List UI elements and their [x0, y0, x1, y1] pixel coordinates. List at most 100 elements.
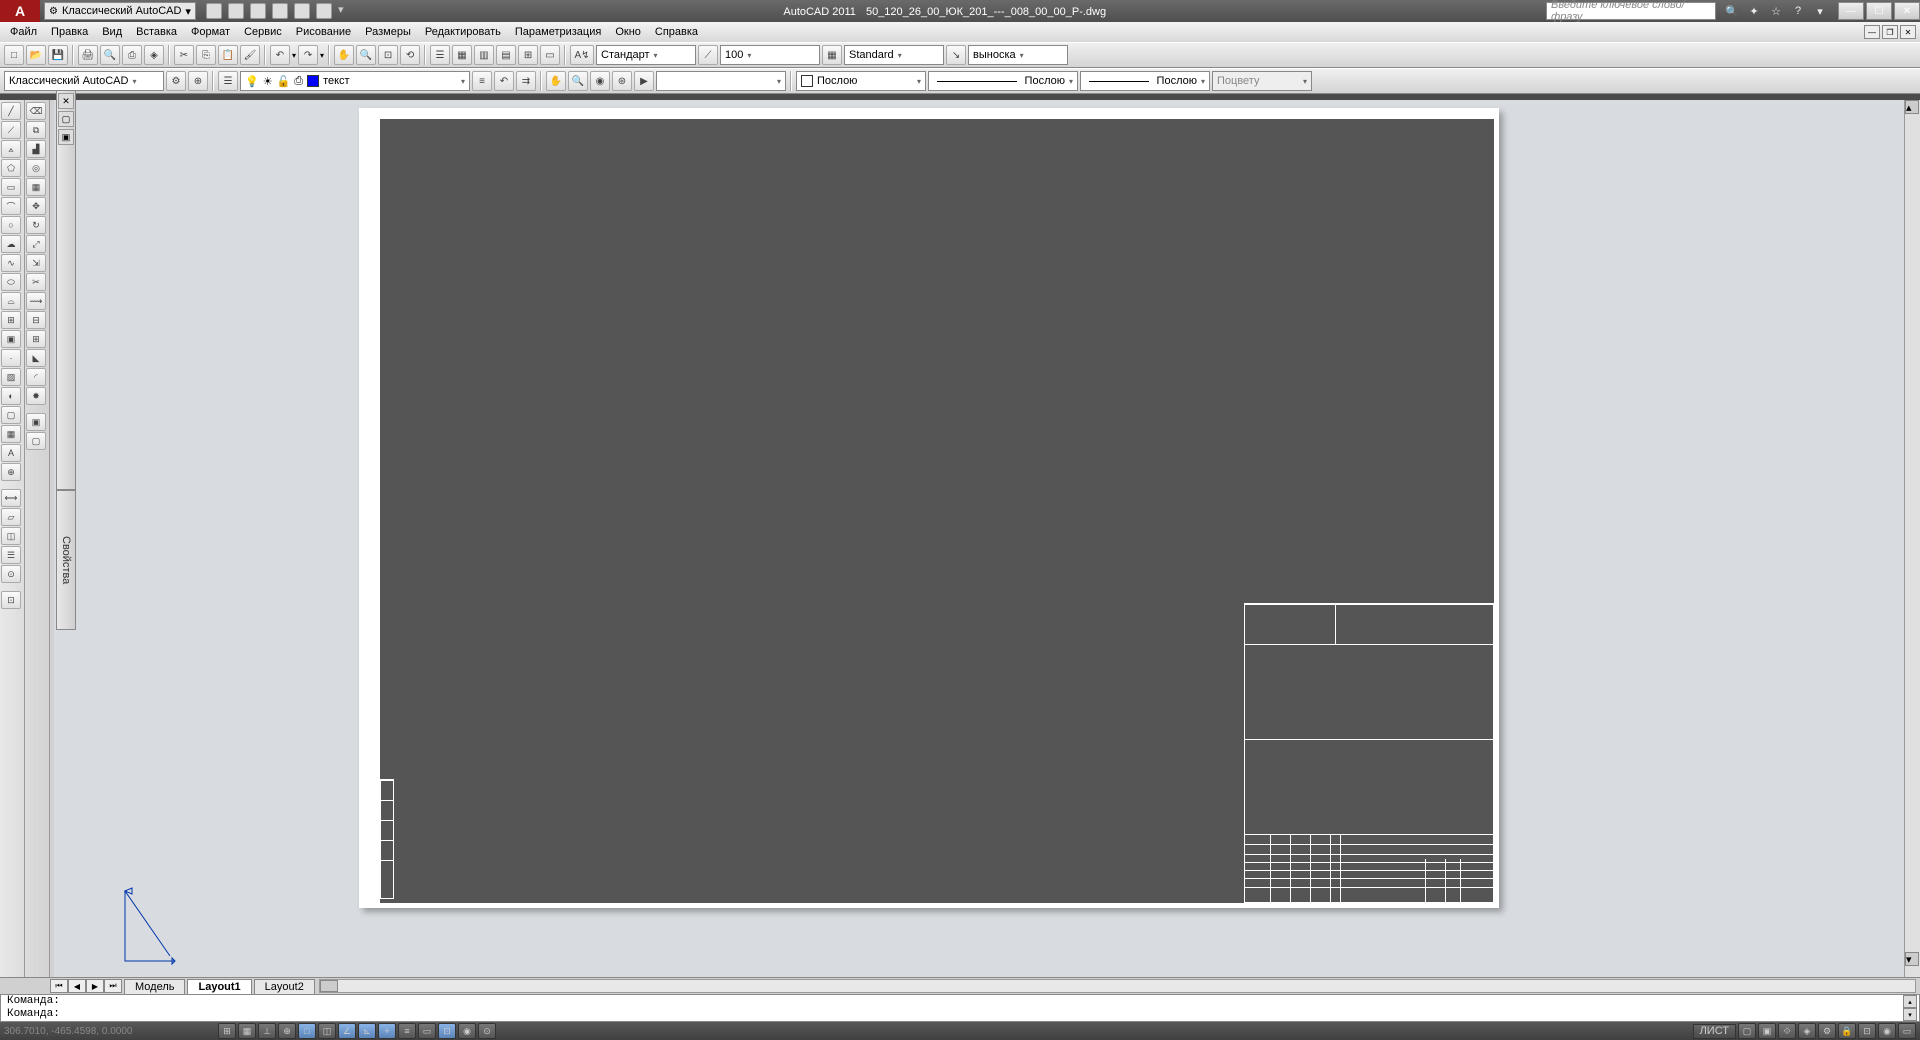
osnap-button[interactable]: □	[298, 1023, 316, 1039]
mirror-icon[interactable]: ▟	[26, 140, 46, 158]
app-menu-button[interactable]: A	[0, 0, 40, 22]
3dosnap-button[interactable]: ◫	[318, 1023, 336, 1039]
move-icon[interactable]: ✥	[26, 197, 46, 215]
showmotion-button[interactable]: ▶	[634, 71, 654, 91]
doc-minimize-button[interactable]: —	[1864, 25, 1880, 39]
undo-icon[interactable]	[272, 3, 288, 19]
quickcalc-button[interactable]: ▭	[540, 45, 560, 65]
insert-icon[interactable]: ⊞	[1, 311, 21, 329]
hardware-accel-button[interactable]: ⊡	[1858, 1023, 1876, 1039]
isolate-button[interactable]: ◉	[1878, 1023, 1896, 1039]
scroll-down-button[interactable]: ▾	[1905, 952, 1919, 966]
dimscale-dropdown[interactable]: 100 ▾	[720, 45, 820, 65]
menu-insert[interactable]: Вставка	[136, 26, 177, 38]
preview-button[interactable]: 🔍	[100, 45, 120, 65]
layer-state-button[interactable]: ≡	[472, 71, 492, 91]
plot-button[interactable]: 🖨	[78, 45, 98, 65]
xline-icon[interactable]: ⟋	[1, 121, 21, 139]
arc-icon[interactable]: ⌒	[1, 197, 21, 215]
quickview-drawings-button[interactable]: ▣	[1758, 1023, 1776, 1039]
mtext-icon[interactable]: A	[1, 444, 21, 462]
gradient-icon[interactable]: ◐	[1, 387, 21, 405]
am-button[interactable]: ⊙	[478, 1023, 496, 1039]
spline-icon[interactable]: ∿	[1, 254, 21, 272]
distance-icon[interactable]: ⟷	[1, 489, 21, 507]
mleaderstyle-dropdown[interactable]: выноска ▾	[968, 45, 1068, 65]
model-paper-toggle[interactable]: ЛИСТ	[1693, 1024, 1736, 1039]
erase-icon[interactable]: ⌫	[26, 102, 46, 120]
chevron-down-icon[interactable]: ▾	[320, 51, 324, 60]
first-tab-button[interactable]: ⏮	[50, 979, 68, 993]
menu-draw[interactable]: Рисование	[296, 26, 351, 38]
copy-icon[interactable]: ⧉	[26, 121, 46, 139]
redo-icon[interactable]	[294, 3, 310, 19]
help-icon[interactable]: ?	[1790, 3, 1806, 19]
new-icon[interactable]	[206, 3, 222, 19]
line-icon[interactable]: ╱	[1, 102, 21, 120]
rectangle-icon[interactable]: ▭	[1, 178, 21, 196]
menu-format[interactable]: Формат	[191, 26, 230, 38]
close-button[interactable]: ✕	[1894, 2, 1920, 20]
block-icon[interactable]: ▣	[1, 330, 21, 348]
pan-button[interactable]: ✋	[546, 71, 566, 91]
zoom-previous-button[interactable]: ⟲	[400, 45, 420, 65]
workspace-settings-button[interactable]: ⚙	[166, 71, 186, 91]
prev-tab-button[interactable]: ◀	[68, 979, 86, 993]
scroll-down-icon[interactable]: ▾	[1903, 1008, 1917, 1021]
chevron-down-icon[interactable]: ▾	[1812, 3, 1828, 19]
coordinates-display[interactable]: 306.7010, -465.4598, 0.0000	[4, 1026, 184, 1037]
new-button[interactable]: □	[4, 45, 24, 65]
ellipse-icon[interactable]: ⬭	[1, 273, 21, 291]
binoculars-icon[interactable]: 🔍	[1724, 3, 1740, 19]
steering-button[interactable]: ⊛	[612, 71, 632, 91]
tool-icon[interactable]: ⊡	[1, 591, 21, 609]
horizontal-scrollbar[interactable]	[319, 979, 1916, 993]
offset-icon[interactable]: ◎	[26, 159, 46, 177]
command-prompt[interactable]: Команда:	[1, 1008, 1919, 1021]
annotation-scale-button[interactable]: ⟐	[1778, 1023, 1796, 1039]
menu-file[interactable]: Файл	[10, 26, 37, 38]
layer-previous-button[interactable]: ↶	[494, 71, 514, 91]
polar-button[interactable]: ⊕	[278, 1023, 296, 1039]
workspace-switching-button[interactable]: ⚙	[1818, 1023, 1836, 1039]
sc-button[interactable]: ◉	[458, 1023, 476, 1039]
polyline-icon[interactable]: ⟑	[1, 140, 21, 158]
next-tab-button[interactable]: ▶	[86, 979, 104, 993]
save-button[interactable]: 💾	[48, 45, 68, 65]
quickview-layouts-button[interactable]: ▢	[1738, 1023, 1756, 1039]
lineweight-dropdown[interactable]: Послою ▾	[1080, 71, 1210, 91]
qp-button[interactable]: ⊡	[438, 1023, 456, 1039]
copy-button[interactable]: ⎘	[196, 45, 216, 65]
polygon-icon[interactable]: ⬠	[1, 159, 21, 177]
otrack-button[interactable]: ∠	[338, 1023, 356, 1039]
scroll-up-button[interactable]: ▴	[1905, 100, 1919, 114]
area-icon[interactable]: ▱	[1, 508, 21, 526]
tab-layout1[interactable]: Layout1	[187, 979, 251, 994]
vertical-scrollbar[interactable]: ▴ ▾	[1904, 100, 1920, 980]
sheetset-button[interactable]: ▤	[496, 45, 516, 65]
workspace-save-button[interactable]: ⊕	[188, 71, 208, 91]
clean-screen-button[interactable]: ▭	[1898, 1023, 1916, 1039]
region-icon[interactable]: ▢	[1, 406, 21, 424]
textstyle-icon[interactable]: A↯	[570, 45, 594, 65]
scale-icon[interactable]: ⤢	[26, 235, 46, 253]
dimstyle-dropdown[interactable]: Standard ▾	[844, 45, 944, 65]
layer-properties-button[interactable]: ☰	[218, 71, 238, 91]
join-icon[interactable]: ⊞	[26, 330, 46, 348]
array-icon[interactable]: ▦	[26, 178, 46, 196]
save-icon[interactable]	[250, 3, 266, 19]
workspace-dropdown-2[interactable]: Классический AutoCAD ▾	[4, 71, 164, 91]
menu-tools[interactable]: Сервис	[244, 26, 282, 38]
palette-icon[interactable]: ▣	[58, 129, 74, 145]
toolpalettes-button[interactable]: ▥	[474, 45, 494, 65]
open-icon[interactable]	[228, 3, 244, 19]
subscription-icon[interactable]: ✦	[1746, 3, 1762, 19]
dimstyle-icon[interactable]: ⟋	[698, 45, 718, 65]
break-icon[interactable]: ⊟	[26, 311, 46, 329]
workspace-dropdown[interactable]: ⚙ Классический AutoCAD ▾	[44, 2, 196, 20]
paste-button[interactable]: 📋	[218, 45, 238, 65]
trim-icon[interactable]: ✂	[26, 273, 46, 291]
command-line[interactable]: Команда: Команда: ▴ ▾	[0, 994, 1920, 1022]
dyn-button[interactable]: +	[378, 1023, 396, 1039]
color-dropdown[interactable]: Послою ▾	[796, 71, 926, 91]
